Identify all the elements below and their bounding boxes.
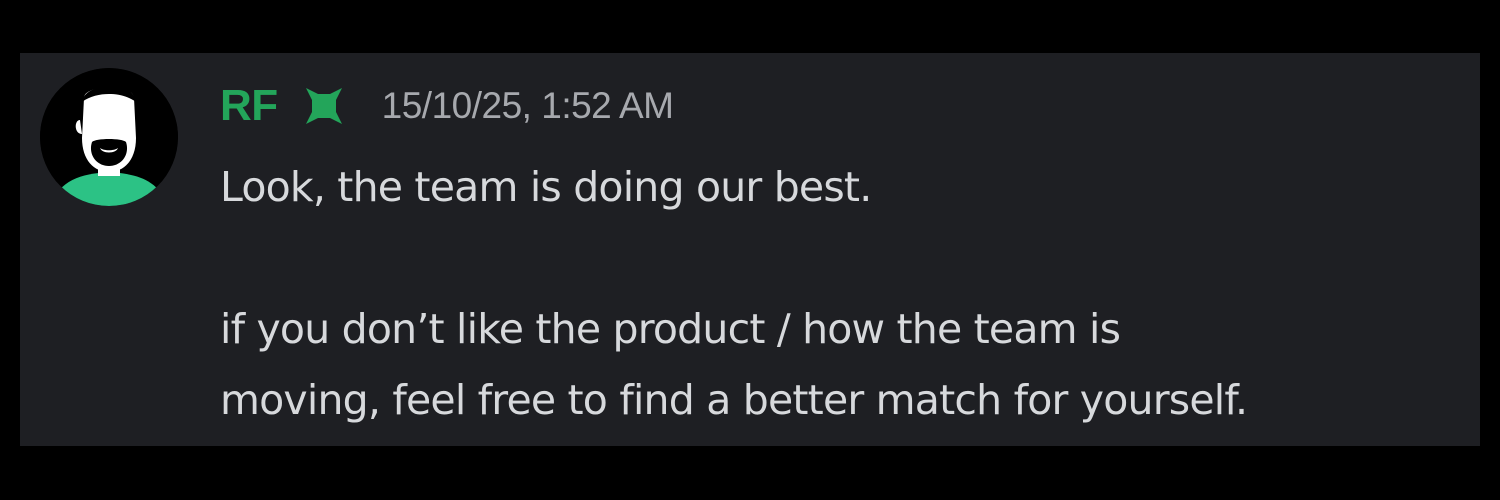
username[interactable]: RF	[220, 78, 278, 134]
message-line: moving, feel free to find a better match…	[220, 376, 1248, 424]
message-line: if you don’t like the product / how the …	[220, 305, 1121, 353]
green-shield-badge-icon[interactable]	[304, 86, 344, 126]
message-timestamp[interactable]: 15/10/25, 1:52 AM	[382, 78, 674, 134]
profile-avatar-icon[interactable]	[40, 68, 178, 206]
message-line: Look, the team is doing our best.	[220, 163, 872, 211]
message-content: Look, the team is doing our best. if you…	[220, 152, 1460, 436]
message-header: RF 15/10/25, 1:52 AM	[220, 78, 674, 134]
